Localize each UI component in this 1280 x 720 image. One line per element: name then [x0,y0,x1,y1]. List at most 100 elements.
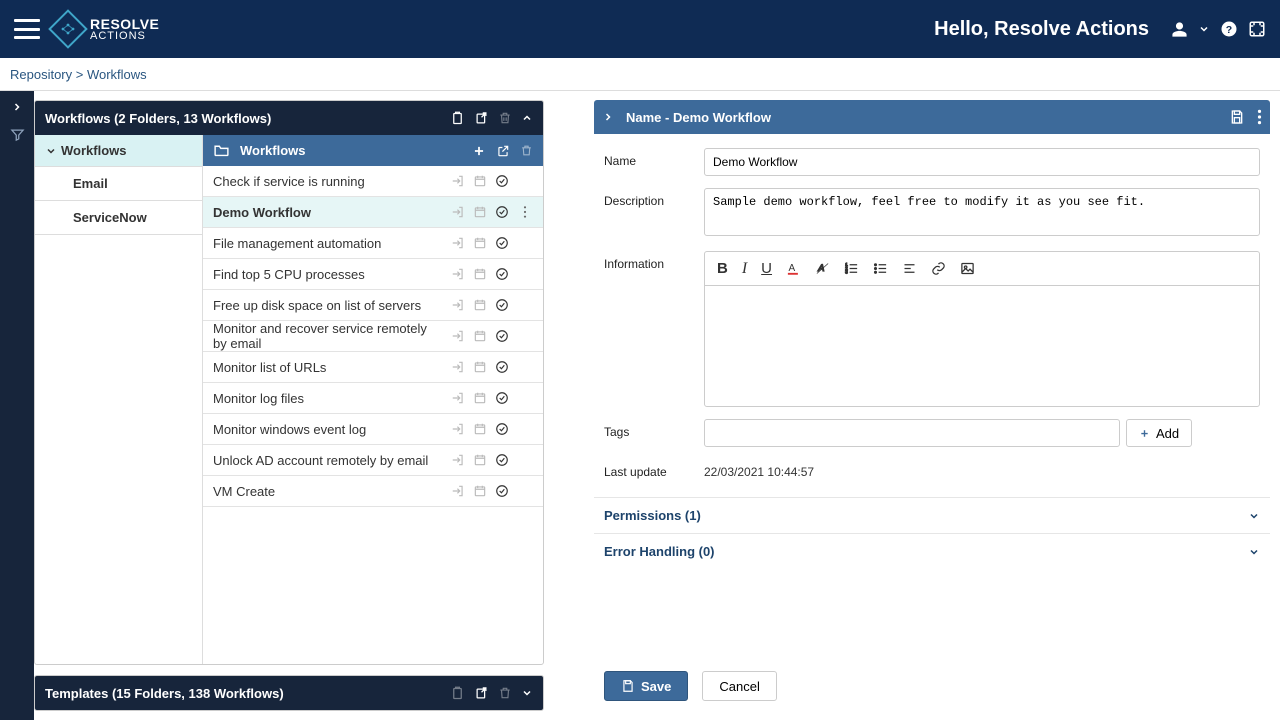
cancel-button[interactable]: Cancel [702,671,776,701]
login-icon[interactable] [451,236,465,250]
trash-icon[interactable] [498,111,512,125]
bold-icon[interactable]: B [717,260,728,277]
login-icon[interactable] [451,484,465,498]
name-input[interactable] [704,148,1260,176]
rte-editarea[interactable] [705,286,1259,406]
description-label: Description [604,188,704,208]
align-icon[interactable] [902,261,917,276]
tags-input[interactable] [704,419,1120,447]
detail-collapse-icon[interactable] [602,111,614,123]
add-tag-button[interactable]: Add [1126,419,1192,447]
workflow-row[interactable]: Monitor log files [203,383,543,414]
tree-root[interactable]: Workflows [35,135,202,167]
workflow-row[interactable]: VM Create [203,476,543,507]
menu-button[interactable] [14,19,40,39]
check-circle-icon[interactable] [495,298,509,312]
login-icon[interactable] [451,422,465,436]
check-circle-icon[interactable] [495,267,509,281]
login-icon[interactable] [451,391,465,405]
lastupdate-value: 22/03/2021 10:44:57 [704,459,1260,479]
add-icon[interactable] [472,144,486,158]
login-icon[interactable] [451,174,465,188]
chevron-down-icon [1248,510,1260,522]
chevron-down-icon[interactable] [1198,23,1210,35]
errorhandling-section[interactable]: Error Handling (0) [594,533,1270,569]
calendar-icon[interactable] [473,298,487,312]
calendar-icon[interactable] [473,329,487,343]
login-icon[interactable] [451,205,465,219]
open-external-icon[interactable] [496,144,510,158]
calendar-icon[interactable] [473,174,487,188]
workflow-row[interactable]: Monitor list of URLs [203,352,543,383]
calendar-icon[interactable] [473,484,487,498]
check-circle-icon[interactable] [495,360,509,374]
workflow-row-label: Check if service is running [213,174,443,189]
check-circle-icon[interactable] [495,329,509,343]
image-icon[interactable] [960,261,975,276]
permissions-section[interactable]: Permissions (1) [594,497,1270,533]
calendar-icon[interactable] [473,236,487,250]
underline-icon[interactable]: U [761,260,772,277]
help-icon[interactable]: ? [1220,20,1238,38]
text-color-icon[interactable]: A [786,261,801,276]
trash-icon[interactable] [498,686,512,700]
workflow-row[interactable]: Find top 5 CPU processes [203,259,543,290]
workflow-row[interactable]: Unlock AD account remotely by email [203,445,543,476]
check-circle-icon[interactable] [495,391,509,405]
login-icon[interactable] [451,329,465,343]
save-icon[interactable] [1229,109,1245,125]
check-circle-icon[interactable] [495,422,509,436]
workflow-row-label: Monitor and recover service remotely by … [213,321,443,351]
workflow-row[interactable]: Free up disk space on list of servers [203,290,543,321]
check-circle-icon[interactable] [495,236,509,250]
login-icon[interactable] [451,298,465,312]
paste-icon[interactable] [450,686,465,701]
list-trash-icon[interactable] [520,144,533,157]
add-tag-label: Add [1156,426,1179,441]
information-label: Information [604,251,704,271]
calendar-icon[interactable] [473,391,487,405]
rail-expand-icon[interactable] [11,101,23,113]
breadcrumb[interactable]: Repository > Workflows [0,58,1280,91]
lastupdate-label: Last update [604,459,704,479]
filter-icon[interactable] [10,127,25,142]
row-kebab-icon[interactable] [517,205,533,219]
workflow-row[interactable]: Check if service is running [203,166,543,197]
clear-format-icon[interactable]: A [815,261,830,276]
workflow-row[interactable]: Monitor windows event log [203,414,543,445]
collapse-icon[interactable] [521,112,533,124]
paste-icon[interactable] [450,111,465,126]
fullscreen-icon[interactable] [1248,20,1266,38]
save-button[interactable]: Save [604,671,688,701]
calendar-icon[interactable] [473,360,487,374]
italic-icon[interactable]: I [742,260,747,278]
workflow-row[interactable]: File management automation [203,228,543,259]
detail-header-title: Name - Demo Workflow [626,110,1217,125]
kebab-icon[interactable] [1257,109,1262,125]
tree-item[interactable]: Email [35,167,202,201]
workflow-row[interactable]: Monitor and recover service remotely by … [203,321,543,352]
ordered-list-icon[interactable]: 123 [844,261,859,276]
check-circle-icon[interactable] [495,484,509,498]
templates-panel-title: Templates (15 Folders, 138 Workflows) [45,686,450,701]
tree-item[interactable]: ServiceNow [35,201,202,235]
user-icon[interactable] [1171,21,1188,38]
calendar-icon[interactable] [473,422,487,436]
check-circle-icon[interactable] [495,205,509,219]
unordered-list-icon[interactable] [873,261,888,276]
check-circle-icon[interactable] [495,453,509,467]
calendar-icon[interactable] [473,267,487,281]
calendar-icon[interactable] [473,453,487,467]
description-input[interactable] [704,188,1260,236]
link-icon[interactable] [931,261,946,276]
export-icon[interactable] [474,111,489,126]
check-circle-icon[interactable] [495,174,509,188]
workflow-row[interactable]: Demo Workflow [203,197,543,228]
app-logo: RESOLVE ACTIONS [54,15,159,43]
login-icon[interactable] [451,453,465,467]
expand-icon[interactable] [521,687,533,699]
export-icon[interactable] [474,686,489,701]
login-icon[interactable] [451,360,465,374]
calendar-icon[interactable] [473,205,487,219]
login-icon[interactable] [451,267,465,281]
